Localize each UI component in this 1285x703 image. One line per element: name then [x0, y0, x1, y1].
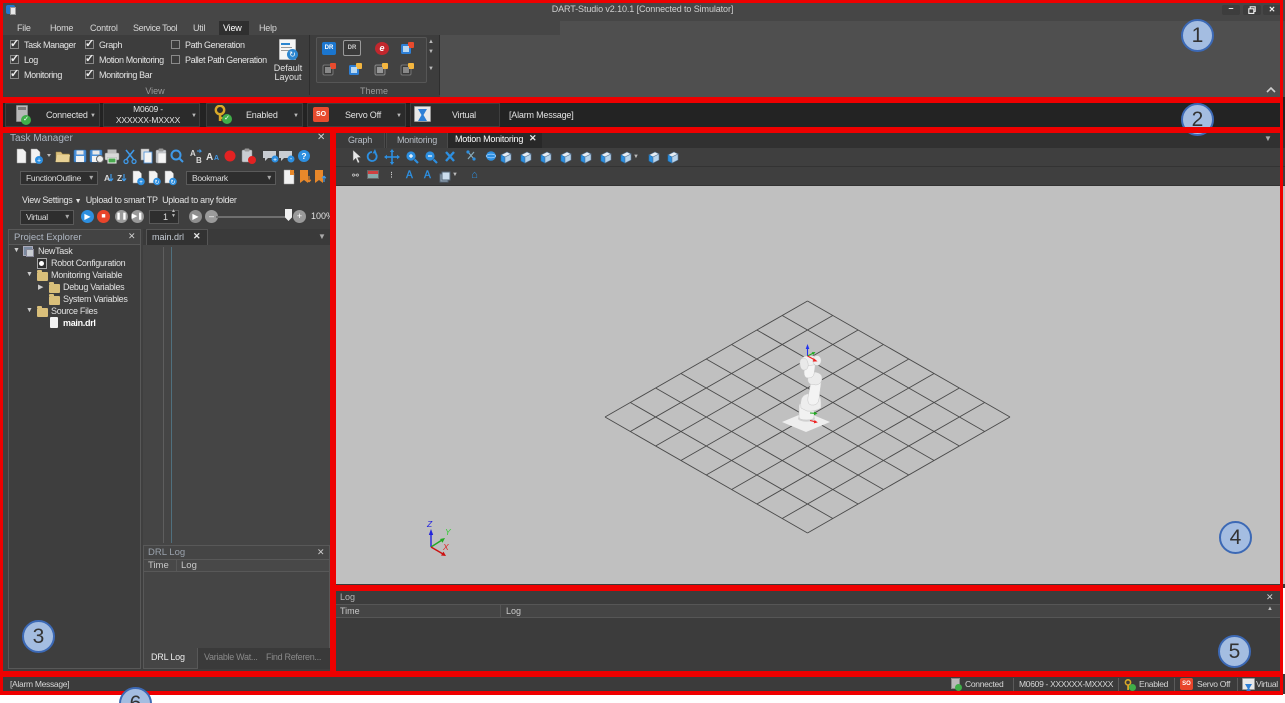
svg-text:+: + — [37, 158, 41, 165]
svg-text:A: A — [104, 173, 110, 183]
svg-text:+: + — [139, 180, 143, 186]
svg-text:+: + — [273, 157, 277, 164]
svg-text:Y: Y — [445, 527, 452, 537]
svg-text:A: A — [206, 152, 213, 163]
svg-text:B: B — [196, 156, 202, 165]
svg-text:X: X — [442, 542, 449, 552]
svg-text:↻: ↻ — [170, 179, 175, 186]
svg-text:?: ? — [301, 151, 306, 161]
svg-text:↻: ↻ — [154, 179, 159, 186]
svg-text:A: A — [214, 155, 219, 162]
svg-text:Z: Z — [117, 173, 122, 183]
svg-text:Z: Z — [426, 519, 433, 529]
